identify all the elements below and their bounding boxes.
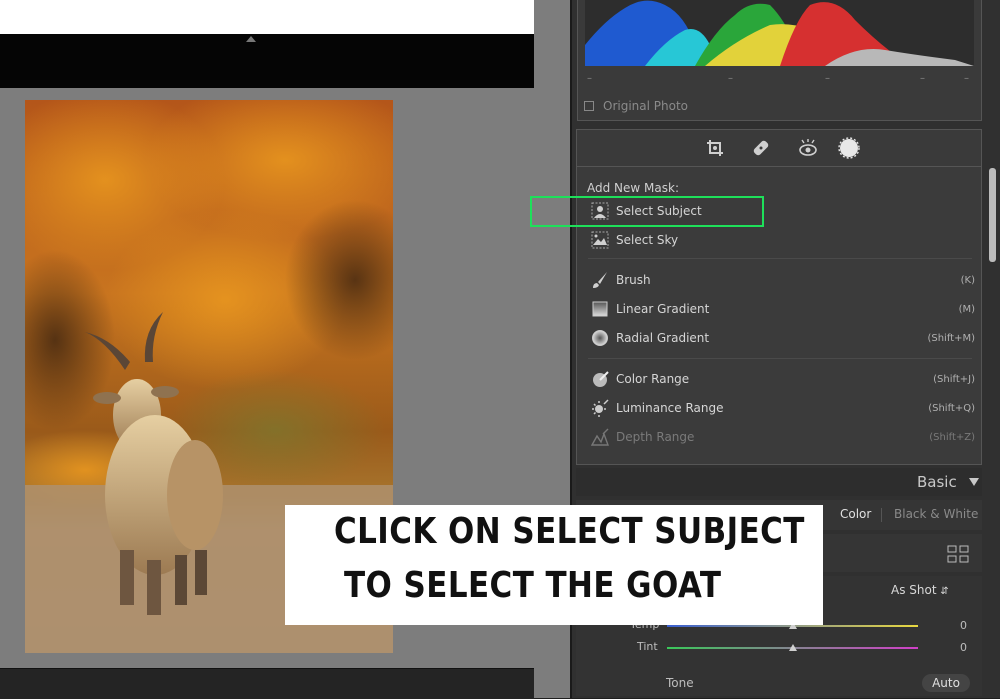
tint-label: Tint [637,640,658,653]
linear-gradient-shortcut: (M) [958,303,975,315]
tint-slider-thumb[interactable] [788,644,797,651]
select-sky-button[interactable]: Select Sky [590,229,975,251]
profile-browser-icon[interactable] [947,545,969,567]
histogram-tick: – [964,73,969,84]
linear-gradient-icon [590,299,610,319]
color-range-icon [590,369,610,389]
luminance-range-icon [590,398,610,418]
histogram-tick: – [728,73,733,84]
white-balance-dropdown[interactable]: As Shot ⇵ [891,583,949,597]
brush-shortcut: (K) [960,274,975,286]
histogram-tick: – [587,73,592,84]
panel-scrollbar[interactable] [989,168,996,262]
depth-range-button[interactable]: Depth Range (Shift+Z) [590,426,975,448]
collapse-triangle-icon[interactable] [969,478,979,486]
linear-gradient-button[interactable]: Linear Gradient (M) [590,298,975,320]
radial-gradient-shortcut: (Shift+M) [927,332,975,344]
temp-value[interactable]: 0 [960,619,967,632]
luminance-range-shortcut: (Shift+Q) [928,402,975,414]
select-subject-highlight [530,196,764,227]
filmstrip-bar [0,668,534,699]
linear-gradient-label: Linear Gradient [616,302,710,316]
mask-separator [588,258,972,259]
brush-button[interactable]: Brush (K) [590,269,975,291]
color-range-label: Color Range [616,372,690,386]
histogram [585,0,974,66]
treatment-color-tab[interactable]: Color [840,507,871,521]
toolbar-strip [0,34,534,88]
red-eye-icon[interactable] [797,137,819,159]
depth-range-label: Depth Range [616,430,695,444]
masking-icon[interactable] [838,137,860,159]
histogram-tick: – [920,73,925,84]
auto-tone-button[interactable]: Auto [922,674,970,692]
caption-line-2: TO SELECT THE GOAT [344,565,722,606]
original-photo-checkbox[interactable] [584,101,594,111]
radial-gradient-label: Radial Gradient [616,331,710,345]
depth-range-shortcut: (Shift+Z) [929,431,975,443]
luminance-range-button[interactable]: Luminance Range (Shift+Q) [590,397,975,419]
radial-gradient-icon [590,328,610,348]
histogram-tick: – [825,73,830,84]
tool-strip [576,129,982,167]
caption-line-1: CLICK ON SELECT SUBJECT [334,511,805,552]
brush-label: Brush [616,273,651,287]
mask-separator [588,358,972,359]
tone-label: Tone [666,676,694,690]
top-white-area [0,0,534,34]
tint-value[interactable]: 0 [960,641,967,654]
depth-range-icon [590,427,610,447]
color-range-shortcut: (Shift+J) [933,373,975,385]
healing-icon[interactable] [750,137,772,159]
original-photo-label: Original Photo [603,99,689,113]
color-range-button[interactable]: Color Range (Shift+J) [590,368,975,390]
radial-gradient-button[interactable]: Radial Gradient (Shift+M) [590,327,975,349]
luminance-range-label: Luminance Range [616,401,724,415]
treatment-bw-tab[interactable]: Black & White [894,507,978,521]
collapse-arrow-icon[interactable] [246,36,256,42]
white-balance-value: As Shot [891,583,937,597]
treatment-separator [881,508,882,522]
basic-panel-title: Basic [917,473,957,491]
add-new-mask-heading: Add New Mask: [587,181,679,195]
crop-icon[interactable] [704,137,726,159]
updown-chevron-icon: ⇵ [940,586,949,597]
brush-icon [590,270,610,290]
select-sky-label: Select Sky [616,233,679,247]
sky-icon [590,230,610,250]
